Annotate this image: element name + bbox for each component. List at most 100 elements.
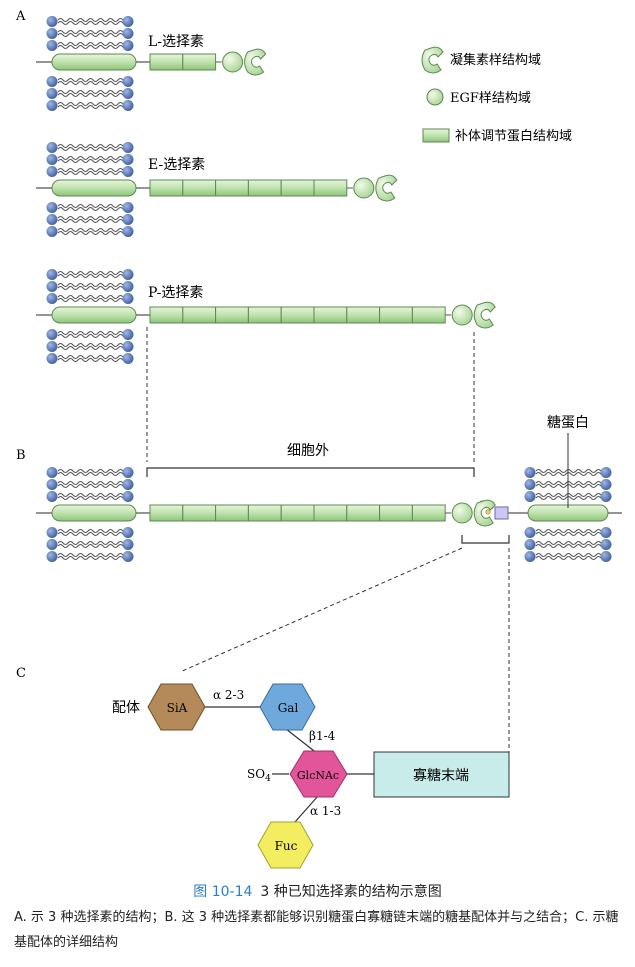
lipid-head <box>46 166 58 177</box>
cr-domain <box>280 504 315 522</box>
selectin-diagram: A B C L-选择素 E-选择素 P-选择素 凝集素样结构域 EGF样结构域 … <box>15 9 622 869</box>
lipid-head <box>524 527 536 538</box>
cr-domain <box>149 53 184 71</box>
lipid-head <box>46 214 58 225</box>
glycan-structure: SiA Gal GlcNAc Fuc 寡糖末端 配体 α 2-3 β1-4 α … <box>112 683 510 869</box>
lipid-head <box>600 467 612 478</box>
lipid-head <box>524 551 536 562</box>
cr-domain <box>247 179 282 197</box>
lipid-head <box>122 269 134 280</box>
lipid-head <box>46 100 58 111</box>
lipid-head <box>122 479 134 490</box>
lipid-head <box>122 539 134 550</box>
selectin-molecules <box>36 16 496 562</box>
lectin-domain <box>375 174 398 202</box>
cr-domain <box>149 179 184 197</box>
lipid-head <box>46 353 58 364</box>
lipid-head <box>122 88 134 99</box>
lipid-head <box>122 467 134 478</box>
bond-sia-gal: α 2-3 <box>213 688 244 702</box>
cr-domain <box>346 504 381 522</box>
cr-domain <box>379 504 413 522</box>
cr-domain <box>182 306 217 324</box>
lipid-head <box>122 527 134 538</box>
lipid-head <box>122 166 134 177</box>
oligo-end-label: 寡糖末端 <box>413 767 469 784</box>
lipid-head <box>524 491 536 502</box>
cr-domain <box>215 504 249 522</box>
guide-lines <box>146 327 475 462</box>
legend-cr-text: 补体调节蛋白结构域 <box>455 128 572 144</box>
cr-domain <box>411 504 446 522</box>
extracellular-bracket: 细胞外 <box>146 443 475 477</box>
cr-domain <box>280 306 315 324</box>
figure-title: 3 种已知选择素的结构示意图 <box>260 884 442 900</box>
figure-number: 图 10-14 <box>193 884 253 900</box>
sugar-dot <box>485 509 491 515</box>
lipid-head <box>122 293 134 304</box>
glycoprotein-label: 糖蛋白 <box>547 415 589 431</box>
lipid-head <box>46 202 58 213</box>
legend-lectin-text: 凝集素样结构域 <box>450 52 541 68</box>
lipid-head <box>46 329 58 340</box>
extracellular-label: 细胞外 <box>287 443 329 459</box>
lipid-head <box>46 269 58 280</box>
lipid-head <box>122 40 134 51</box>
lipid-head <box>122 76 134 87</box>
l-selectin <box>36 16 267 111</box>
lipid-head <box>122 154 134 165</box>
legend-egf-text: EGF样结构域 <box>450 91 531 106</box>
lipid-head <box>524 539 536 550</box>
p-selectin <box>36 269 496 364</box>
lipid-head <box>46 539 58 550</box>
lipid-head <box>600 551 612 562</box>
panel-label-a: A <box>15 9 26 24</box>
egf-domain <box>451 502 473 524</box>
lipid-head <box>122 214 134 225</box>
egf-domain-icon <box>426 88 444 106</box>
caption-title: 图 10-14 3 种已知选择素的结构示意图 <box>0 881 635 901</box>
lipid-head <box>122 353 134 364</box>
lipid-head <box>46 226 58 237</box>
lipid-head <box>46 281 58 292</box>
egf-domain <box>451 304 473 326</box>
cr-domain <box>313 306 348 324</box>
lipid-head <box>122 16 134 27</box>
lipid-head <box>122 329 134 340</box>
lipid-head <box>46 76 58 87</box>
cr-domain <box>149 504 184 522</box>
e-selectin-label: E-选择素 <box>148 157 205 173</box>
l-selectin-transmembrane <box>51 53 137 71</box>
so4-label: SO4 <box>247 767 271 784</box>
egf-domain <box>353 177 375 199</box>
lipid-head <box>524 479 536 490</box>
lipid-head <box>46 491 58 502</box>
lipid-head <box>122 341 134 352</box>
lipid-head <box>46 40 58 51</box>
lipid-head <box>46 479 58 490</box>
cr-domain <box>247 306 282 324</box>
ligand-bracket <box>461 535 510 544</box>
lipid-head <box>122 28 134 39</box>
sia-label: SiA <box>167 701 188 715</box>
egf-domain <box>222 51 244 73</box>
cr-domain <box>346 306 381 324</box>
glcnac-label: GlcNAc <box>297 769 339 782</box>
lipid-head <box>600 527 612 538</box>
oligosaccharide-block <box>494 506 509 520</box>
cr-domain <box>411 306 446 324</box>
lipid-head <box>122 491 134 502</box>
lipid-head <box>122 100 134 111</box>
cr-domain <box>182 504 217 522</box>
cr-domain <box>215 179 249 197</box>
lipid-head <box>46 467 58 478</box>
lipid-head <box>600 539 612 550</box>
p-selectin-bound <box>36 467 496 562</box>
p-selectin-label: P-选择素 <box>148 285 203 301</box>
caption-description: A. 示 3 种选择素的结构；B. 这 3 种选择素都能够识别糖蛋白寡糖链末端的… <box>14 910 619 950</box>
lipid-head <box>524 467 536 478</box>
lipid-head <box>46 88 58 99</box>
lipid-head <box>46 142 58 153</box>
legend: 凝集素样结构域 EGF样结构域 补体调节蛋白结构域 <box>421 46 572 144</box>
cr-domain <box>313 504 348 522</box>
